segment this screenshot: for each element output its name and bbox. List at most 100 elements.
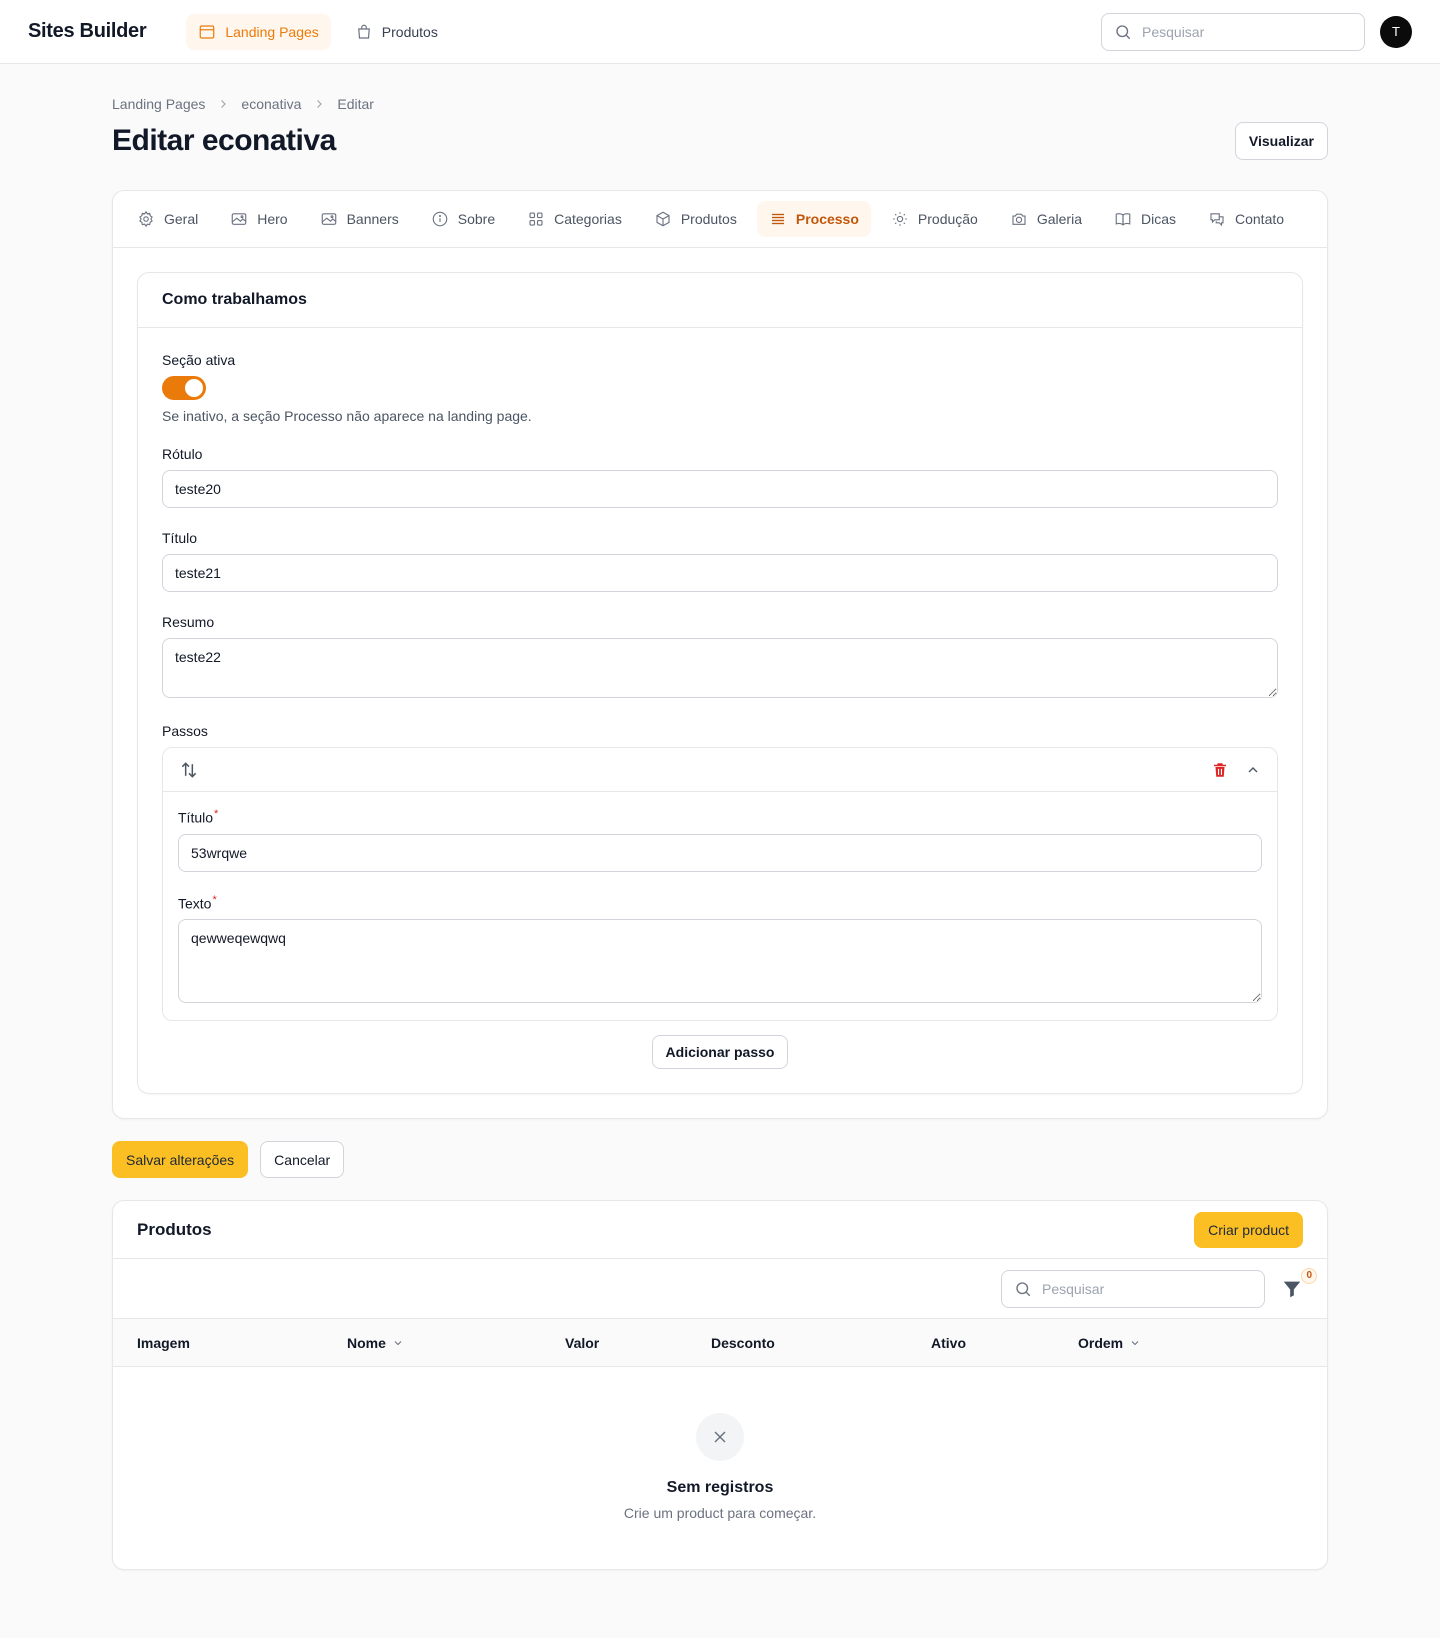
tab-label: Processo bbox=[795, 211, 859, 227]
rotulo-label: Rótulo bbox=[162, 446, 203, 462]
create-product-button[interactable]: Criar product bbox=[1194, 1211, 1303, 1248]
tab-label: Categorias bbox=[554, 211, 622, 227]
chevron-down-icon bbox=[1131, 1340, 1139, 1346]
tab-label: Banners bbox=[346, 211, 399, 227]
chat-icon bbox=[1210, 213, 1224, 227]
info-icon bbox=[432, 211, 448, 227]
tab-geral[interactable]: Geral bbox=[125, 201, 210, 237]
step-titulo-label: Título* bbox=[178, 808, 219, 826]
reorder-icon[interactable] bbox=[179, 760, 199, 780]
tab-galeria[interactable]: Galeria bbox=[998, 201, 1094, 237]
step-texto-field: Texto* qewweqewqwq bbox=[178, 894, 1262, 1007]
tab-label: Hero bbox=[257, 211, 288, 227]
top-nav: Landing Pages Produtos bbox=[186, 13, 450, 50]
layout-icon bbox=[200, 24, 215, 39]
close-icon bbox=[714, 1431, 726, 1443]
tab-produtos[interactable]: Produtos bbox=[642, 201, 749, 237]
section-active-toggle[interactable] bbox=[162, 376, 206, 400]
cube-icon bbox=[656, 211, 670, 227]
process-section: Como trabalhamos Seção ativa Se inativo,… bbox=[137, 272, 1303, 1095]
nav-item-landing-pages[interactable]: Landing Pages bbox=[186, 13, 331, 50]
step-texto-label: Texto* bbox=[178, 893, 217, 912]
section-body: Seção ativa Se inativo, a seção Processo… bbox=[138, 328, 1302, 1093]
column-ordem[interactable]: Ordem bbox=[1078, 1335, 1141, 1351]
filter-button[interactable]: 0 bbox=[1281, 1267, 1317, 1300]
active-field: Seção ativa Se inativo, a seção Processo… bbox=[162, 352, 1278, 424]
brand-logo[interactable]: Sites Builder bbox=[28, 20, 147, 43]
sun-icon bbox=[893, 212, 907, 226]
tab-sobre[interactable]: Sobre bbox=[419, 201, 507, 237]
section-title: Como trabalhamos bbox=[138, 273, 1302, 328]
save-button[interactable]: Salvar alterações bbox=[112, 1141, 249, 1179]
step-item-actions bbox=[1211, 761, 1261, 779]
products-title: Produtos bbox=[137, 1219, 212, 1239]
tab-processo[interactable]: Processo bbox=[756, 201, 871, 237]
filter-icon bbox=[1283, 1281, 1301, 1298]
page: Landing Pages econativa Editar Editar ec… bbox=[112, 64, 1328, 1571]
products-header: Produtos Criar product bbox=[113, 1201, 1327, 1260]
chevron-up-icon[interactable] bbox=[1245, 762, 1261, 778]
column-imagem: Imagem bbox=[137, 1334, 190, 1351]
tab-contato[interactable]: Contato bbox=[1196, 201, 1296, 237]
add-step-button[interactable]: Adicionar passo bbox=[651, 1035, 789, 1070]
grid-icon bbox=[529, 212, 543, 226]
breadcrumb: Landing Pages econativa Editar bbox=[112, 96, 1328, 112]
form-actions: Salvar alterações Cancelar bbox=[112, 1141, 1328, 1179]
column-nome[interactable]: Nome bbox=[347, 1335, 565, 1351]
required-mark: * bbox=[214, 808, 219, 820]
required-mark: * bbox=[212, 893, 217, 906]
breadcrumb-item-landing-pages[interactable]: Landing Pages bbox=[112, 96, 205, 112]
avatar[interactable]: T bbox=[1380, 15, 1412, 48]
tab-bar: Geral Hero Banners Sobre Categorias Prod… bbox=[113, 191, 1327, 248]
filter-count-badge: 0 bbox=[1301, 1267, 1317, 1284]
shopping-bag-icon bbox=[357, 24, 370, 39]
global-search-input[interactable] bbox=[1142, 23, 1352, 40]
section-wrapper: Como trabalhamos Seção ativa Se inativo,… bbox=[113, 248, 1327, 1118]
tab-banners[interactable]: Banners bbox=[308, 201, 411, 237]
products-search-input[interactable] bbox=[1042, 1280, 1252, 1297]
step-item: Título* Texto* qewweqewqwq bbox=[162, 747, 1278, 1022]
top-bar: Sites Builder Landing Pages Produtos T bbox=[0, 0, 1440, 64]
tab-producao[interactable]: Produção bbox=[879, 201, 990, 237]
rotulo-input[interactable] bbox=[162, 470, 1278, 508]
products-toolbar: 0 bbox=[113, 1259, 1327, 1320]
resumo-field: Resumo teste22 bbox=[162, 614, 1278, 701]
page-header: Editar econativa Visualizar bbox=[112, 122, 1328, 160]
tab-categorias[interactable]: Categorias bbox=[515, 201, 634, 237]
empty-state-title: Sem registros bbox=[666, 1479, 774, 1497]
page-title: Editar econativa bbox=[112, 124, 336, 157]
breadcrumb-item-editar: Editar bbox=[337, 96, 374, 112]
image-icon bbox=[231, 213, 247, 225]
search-icon bbox=[1116, 24, 1131, 39]
step-titulo-field: Título* bbox=[178, 808, 1262, 872]
step-texto-textarea[interactable]: qewweqewqwq bbox=[178, 919, 1262, 1004]
step-item-body: Título* Texto* qewweqewqwq bbox=[163, 792, 1277, 1020]
nav-item-produtos[interactable]: Produtos bbox=[343, 14, 450, 50]
step-item-header bbox=[163, 748, 1277, 792]
chevron-down-icon bbox=[394, 1340, 402, 1346]
rotulo-field: Rótulo bbox=[162, 446, 1278, 508]
nav-item-label: Produtos bbox=[381, 23, 438, 40]
step-titulo-input[interactable] bbox=[178, 833, 1262, 872]
tab-label: Contato bbox=[1235, 211, 1285, 227]
tab-label: Dicas bbox=[1140, 211, 1176, 227]
camera-icon bbox=[1012, 213, 1026, 225]
tab-dicas[interactable]: Dicas bbox=[1102, 201, 1188, 237]
chevron-right-icon bbox=[221, 100, 227, 108]
resumo-textarea[interactable]: teste22 bbox=[162, 638, 1278, 698]
trash-icon[interactable] bbox=[1211, 761, 1229, 779]
tab-label: Produtos bbox=[680, 211, 737, 227]
empty-state: Sem registros Crie um product para começ… bbox=[113, 1367, 1327, 1569]
titulo-input[interactable] bbox=[162, 554, 1278, 592]
breadcrumb-item-econativa[interactable]: econativa bbox=[241, 96, 301, 112]
column-ativo: Ativo bbox=[931, 1334, 966, 1351]
nav-item-label: Landing Pages bbox=[225, 23, 319, 40]
tab-hero[interactable]: Hero bbox=[218, 201, 299, 237]
cancel-button[interactable]: Cancelar bbox=[260, 1141, 345, 1179]
products-search[interactable] bbox=[1001, 1269, 1265, 1308]
view-button[interactable]: Visualizar bbox=[1234, 122, 1328, 160]
global-search[interactable] bbox=[1101, 12, 1365, 51]
tab-label: Galeria bbox=[1036, 211, 1082, 227]
active-label: Seção ativa bbox=[162, 352, 236, 368]
list-icon bbox=[771, 213, 784, 225]
